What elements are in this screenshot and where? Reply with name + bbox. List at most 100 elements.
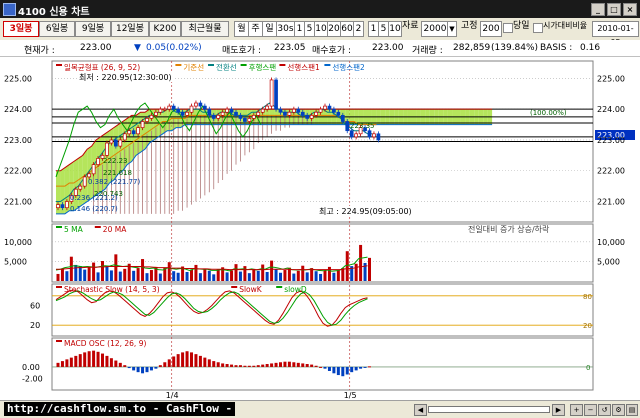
macd-bar-29 xyxy=(185,351,189,367)
stoch-level-label-1: 20 xyxy=(583,322,592,330)
volume-bar-12 xyxy=(109,270,113,281)
chart-area[interactable]: 최저 : 220.95(12:30:00) 최고 : 224.95(09:05:… xyxy=(0,56,640,400)
volume-bar-45 xyxy=(256,270,260,281)
status-bar: http://cashflow.sm.to - CashFlow - ◀ ▶ +… xyxy=(0,400,640,418)
macd-bar-63 xyxy=(336,366,340,376)
fib-label-2: 0.236 (221.2) xyxy=(70,194,118,202)
volume-bar-50 xyxy=(279,272,282,281)
volume-bar-54 xyxy=(296,270,300,281)
period-10-button[interactable]: 10 xyxy=(314,21,328,37)
volume-bar-70 xyxy=(368,257,371,281)
settings-icon[interactable]: ⚙ xyxy=(612,404,625,416)
count-value[interactable]: 2000 xyxy=(421,21,449,37)
volume-bar-0 xyxy=(56,273,60,281)
candle-body-71 xyxy=(372,133,376,138)
zoom-out-icon[interactable]: − xyxy=(584,404,597,416)
volume-bar-11 xyxy=(105,265,109,281)
candle-body-60 xyxy=(323,105,327,110)
candle-body-7 xyxy=(87,173,92,178)
period-20-button[interactable]: 20 xyxy=(327,21,341,37)
volume-bar-58 xyxy=(314,271,318,281)
tab-6min[interactable]: 6일봉 xyxy=(39,21,75,37)
reset-icon[interactable]: ↺ xyxy=(598,404,611,416)
macd-bar-46 xyxy=(261,364,265,367)
volume-bar-30 xyxy=(190,269,193,281)
print-icon[interactable]: ▤ xyxy=(626,404,638,416)
volume-value: 282,859 xyxy=(453,43,491,53)
fib-label-3: 0.146 (220.7) xyxy=(70,205,118,213)
candle-body-20 xyxy=(145,118,149,122)
date-field[interactable]: 2010-01-05 xyxy=(592,21,639,47)
chart-svg[interactable]: 최저 : 220.95(12:30:00) 최고 : 224.95(09:05:… xyxy=(0,56,640,400)
tab-nearest-month[interactable]: 최근월물 xyxy=(181,21,229,37)
candle-body-64 xyxy=(340,114,345,122)
macd-bar-52 xyxy=(287,361,291,367)
macd-bar-28 xyxy=(181,352,185,367)
maximize-icon[interactable]: □ xyxy=(607,3,621,16)
volume-bar-33 xyxy=(203,268,207,281)
watermark-text: http://cashflow.sm.to - CashFlow - xyxy=(4,402,236,416)
macd-bar-11 xyxy=(105,355,109,367)
zoom-in-icon[interactable]: + xyxy=(570,404,583,416)
tab-k200[interactable]: K200 xyxy=(149,21,181,37)
candle-body-65 xyxy=(345,121,350,132)
low-annotation: 최저 : 220.95(12:30:00) xyxy=(79,72,172,82)
tab-12min[interactable]: 12일봉 xyxy=(111,21,149,37)
close-icon[interactable]: × xyxy=(623,3,637,16)
range-10-button[interactable]: 10 xyxy=(388,21,402,37)
window-title-bar: 4100 신용 차트 _ □ × xyxy=(0,0,640,18)
macd-bar-37 xyxy=(221,363,225,367)
macd-bar-41 xyxy=(238,365,242,367)
volume-bar-7 xyxy=(87,267,91,281)
macd-bar-25 xyxy=(167,359,171,367)
volume-bar-62 xyxy=(332,272,336,281)
volume-bar-56 xyxy=(305,272,309,281)
period-2-button[interactable]: 2 xyxy=(353,21,364,37)
candle-body-28 xyxy=(180,111,185,116)
compare-checkbox[interactable] xyxy=(533,23,543,33)
macd-legend-swatch-0 xyxy=(56,340,62,342)
minimize-icon[interactable]: _ xyxy=(591,3,605,16)
volume-bar-18 xyxy=(136,268,140,281)
macd-bar-33 xyxy=(203,357,207,367)
tab-3min[interactable]: 3일봉 xyxy=(3,21,39,37)
volume-bar-9 xyxy=(96,272,100,281)
tab-9min[interactable]: 9일봉 xyxy=(75,21,111,37)
volume-tick-right-1: 5,000 xyxy=(597,257,620,266)
stoch-legend-label-0: Stochastic Slow (14, 5, 3) xyxy=(64,285,160,294)
fixed-value[interactable]: 200 xyxy=(480,21,502,37)
scroll-right-icon[interactable]: ▶ xyxy=(552,404,565,416)
candle-body-66 xyxy=(349,130,354,138)
period-month-button[interactable]: 월 xyxy=(234,21,249,37)
macd-bar-60 xyxy=(323,366,327,369)
scroll-left-icon[interactable]: ◀ xyxy=(414,404,427,416)
candle-body-23 xyxy=(158,108,163,113)
macd-bar-47 xyxy=(265,364,269,367)
stoch-tick-left-1: 20 xyxy=(30,321,40,330)
period-day-button[interactable]: 일 xyxy=(262,21,277,37)
candle-body-62 xyxy=(332,108,336,113)
candle-body-49 xyxy=(274,79,278,110)
period-week-button[interactable]: 주 xyxy=(248,21,263,37)
period-60-button[interactable]: 60 xyxy=(340,21,354,37)
bid-label: 매수호가 : xyxy=(312,46,352,56)
period-30s-button[interactable]: 30s xyxy=(276,21,295,37)
candle-body-61 xyxy=(327,105,332,110)
macd-bar-13 xyxy=(114,360,118,367)
today-checkbox[interactable] xyxy=(503,23,513,33)
macd-zero-label: 0 xyxy=(586,364,590,372)
window-title: 4100 신용 차트 xyxy=(18,7,90,18)
candle-body-9 xyxy=(96,158,100,165)
macd-bar-3 xyxy=(69,357,73,367)
count-dropdown-icon[interactable]: ▼ xyxy=(447,21,457,37)
candle-body-56 xyxy=(305,114,310,119)
macd-bar-45 xyxy=(256,365,260,367)
volume-bar-41 xyxy=(238,271,242,281)
horizontal-scrollbar[interactable] xyxy=(428,406,550,413)
macd-bar-53 xyxy=(292,362,296,367)
volume-bar-23 xyxy=(158,273,162,281)
volume-bar-40 xyxy=(234,264,238,281)
candle-body-63 xyxy=(336,111,341,116)
main-legend-swatch-4 xyxy=(279,64,286,66)
candle-body-16 xyxy=(127,130,132,135)
